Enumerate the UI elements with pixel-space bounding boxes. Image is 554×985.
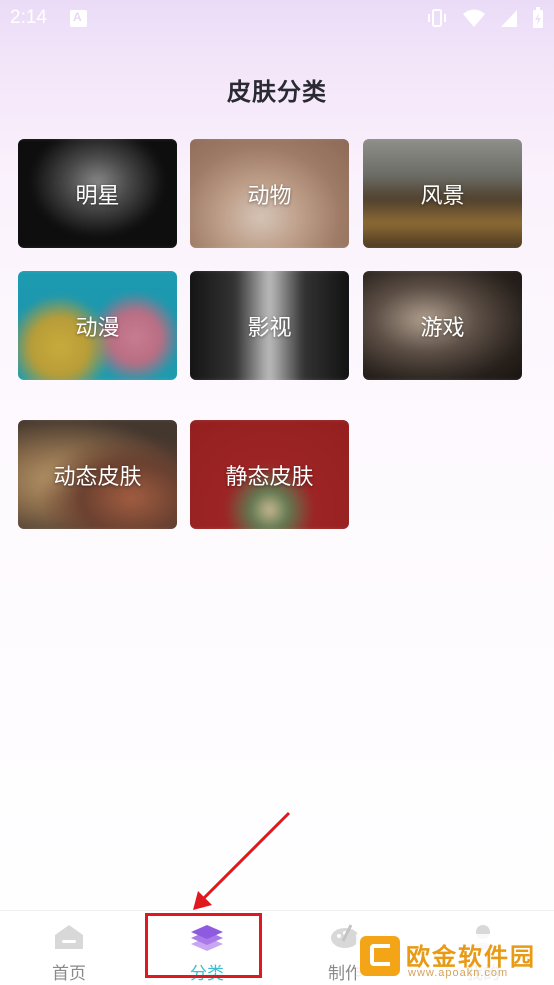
watermark-logo-icon bbox=[360, 936, 400, 976]
annotation-highlight-box bbox=[145, 913, 262, 978]
annotation-arrow bbox=[193, 811, 291, 910]
watermark-url: www.apoakn.com bbox=[408, 967, 509, 979]
tab-label: 首页 bbox=[52, 964, 86, 984]
tab-home[interactable]: 首页 bbox=[14, 911, 124, 985]
watermark: 欧金软件园 www.apoakn.com bbox=[356, 934, 554, 984]
home-icon bbox=[55, 925, 83, 949]
